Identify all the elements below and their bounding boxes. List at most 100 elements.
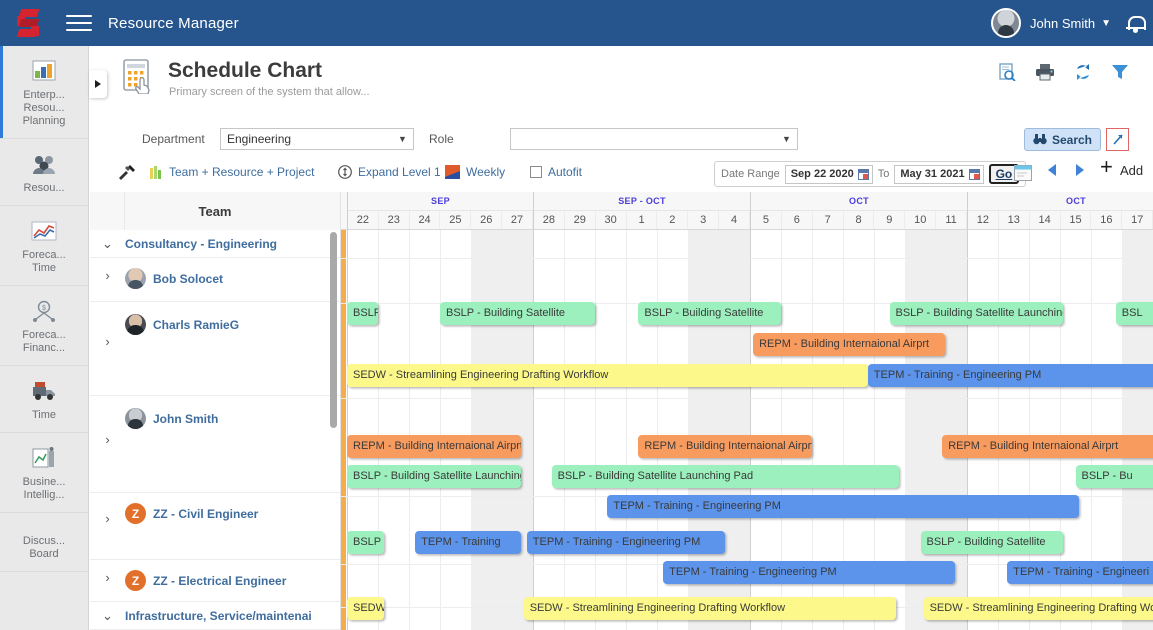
role-select[interactable] [510,128,798,150]
gantt-bar[interactable]: REPM - Building Internaional Airprt [347,435,521,458]
resource-row[interactable]: › Z ZZ - Civil Engineer [90,493,340,560]
chevron-down-icon[interactable]: ▼ [1101,18,1111,29]
autofit-checkbox-box[interactable] [530,166,542,178]
sidebar-item-resources[interactable]: Resou... [0,139,88,206]
avatar[interactable] [991,8,1022,38]
resource-name[interactable]: ZZ - Civil Engineer [153,507,258,521]
gantt-bar[interactable]: TEPM - Training - Engineering PM [867,364,1153,387]
gantt-bar[interactable]: BSLP - Building Satellite [440,302,595,325]
gantt-bar[interactable]: BSLP - Building Satellite Launching Pad [551,465,899,488]
department-select[interactable] [220,128,414,150]
date-to-field[interactable]: May 31 2021 [894,164,984,184]
gantt-bar[interactable]: BSLP - Building Satellite Launching [347,465,521,488]
resource-name[interactable]: ZZ - Electrical Engineer [153,574,286,588]
expand-level-button[interactable]: Expand Level 1 [338,165,441,179]
plus-icon[interactable]: + [1100,154,1113,180]
group-row[interactable]: ⌄ Infrastructure, Service/maintenai [90,602,340,630]
resource-row[interactable]: › John Smith [90,396,340,493]
expand-twisty-icon[interactable]: › [90,268,125,283]
gantt-bar[interactable]: REPM - Building Internaional Airprt [638,435,812,458]
left-pane-scrollbar[interactable] [330,232,337,428]
calendar-icon[interactable] [968,168,980,180]
schedule-chart-icon [120,58,156,95]
gantt-bar[interactable]: BSLP - Bu [1075,465,1153,488]
new-window-icon[interactable] [1014,165,1032,184]
sidebar-item-enterprise-resource-planning[interactable]: Enterp... Resou... Planning [0,46,88,139]
week-gridline [967,230,968,630]
resource-row[interactable]: › Bob Solocet [90,258,340,302]
grouping-label: Team + Resource + Project [169,165,315,179]
resource-name[interactable]: Charls RamieG [153,318,239,332]
expand-twisty-icon[interactable]: › [90,432,125,447]
group-name[interactable]: Infrastructure, Service/maintenai [125,609,312,623]
day-cell: 22 [348,211,379,229]
resource-row[interactable]: › Charls RamieG [90,302,340,396]
group-name[interactable]: Consultancy - Engineering [125,237,277,251]
gantt-bar[interactable]: TEPM - Training - Engineering PM [526,531,726,554]
date-from-field[interactable]: Sep 22 2020 [784,164,873,184]
print-icon[interactable] [1035,63,1055,84]
print-preview-icon[interactable] [998,63,1016,84]
resource-name[interactable]: John Smith [153,412,218,426]
gantt-bar[interactable]: SEDW - Streamlining Engineering Drafting… [923,597,1153,620]
sidebar-item-business-intelligence[interactable]: Busine... Intellig... [0,433,88,513]
rail-expand-button[interactable] [89,70,107,98]
gantt-bar[interactable]: REPM - Building Internaional Airprt [753,333,946,356]
page-header: Schedule Chart Primary screen of the sys… [90,46,1153,104]
sidebar-item-discussion-board[interactable]: Discus... Board [0,513,88,572]
chevron-down-icon[interactable]: ▼ [398,134,407,144]
next-triangle-icon[interactable] [1076,164,1084,176]
gantt-bar[interactable]: TEPM - Training [415,531,521,554]
week-gridline [347,230,348,630]
gantt-bar[interactable]: BSLP - Building Satellite [638,302,781,325]
filter-icon[interactable] [1111,63,1129,84]
gantt-bar[interactable]: SEDW - [347,597,385,620]
gantt-bar[interactable]: TEPM - Training - Engineeri [1007,561,1153,584]
calendar-icon[interactable] [857,168,869,180]
gantt-bar[interactable]: BSLP [347,531,385,554]
day-cell: 1 [627,211,658,229]
gantt-bar[interactable]: BSLP - Building Satellite [920,531,1064,554]
day-gridline [564,230,565,630]
enterprise-resource-planning-icon [4,58,84,84]
gantt-bar[interactable]: SEDW - Streamlining Engineering Drafting… [347,364,868,387]
notification-bell-icon[interactable] [1126,14,1146,33]
collapse-twisty-icon[interactable]: ⌄ [90,608,125,624]
collapse-twisty-icon[interactable]: ⌄ [90,236,125,252]
chevron-down-icon[interactable]: ▼ [782,134,791,144]
expand-diagonal-icon[interactable] [1106,128,1129,151]
refresh-icon[interactable] [1074,63,1092,84]
gantt-bar[interactable]: BSL [1115,302,1153,325]
grouping-selector[interactable]: Team + Resource + Project [150,165,314,179]
tools-wrench-icon[interactable] [118,164,137,182]
scale-selector[interactable]: Weekly [445,165,505,179]
hamburger-icon[interactable] [66,10,92,36]
resource-name[interactable]: Bob Solocet [153,272,223,286]
avatar [125,268,146,289]
gantt-bar[interactable]: SEDW - Streamlining Engineering Drafting… [523,597,896,620]
sidebar-item-time[interactable]: Time [0,366,88,433]
sidebar-item-forecast-time[interactable]: Foreca... Time [0,206,88,286]
sidebar-item-forecast-financials[interactable]: $ Foreca... Financ... [0,286,88,366]
gantt-timeline: BSLP BSLP - Building Satellite BSLP - Buil… [341,230,1153,630]
app-logo[interactable] [0,0,56,46]
gantt-bar[interactable]: TEPM - Training - Engineering PM [663,561,955,584]
group-row[interactable]: ⌄ Consultancy - Engineering [90,230,340,258]
prev-triangle-icon[interactable] [1048,164,1056,176]
time-truck-icon [4,378,84,404]
expand-twisty-icon[interactable]: › [90,334,125,349]
expand-vertical-icon [338,165,352,179]
resource-row[interactable]: › Z ZZ - Electrical Engineer [90,560,340,602]
gantt-bar[interactable]: TEPM - Training - Engineering PM [607,495,1079,518]
gantt-bar[interactable]: BSLP - Building Satellite Launching [889,302,1064,325]
avatar [125,314,146,335]
twisty-column-header [90,192,125,230]
expand-twisty-icon[interactable]: › [90,570,125,585]
gantt-bar[interactable]: REPM - Building Internaional Airprt [942,435,1153,458]
user-name[interactable]: John Smith [1030,16,1095,31]
autofit-checkbox[interactable]: Autofit [530,165,582,179]
expand-twisty-icon[interactable]: › [90,511,125,526]
gantt-bar[interactable]: BSLP [347,302,378,325]
search-button[interactable]: Search [1023,128,1101,151]
add-button-label[interactable]: Add [1120,163,1143,178]
